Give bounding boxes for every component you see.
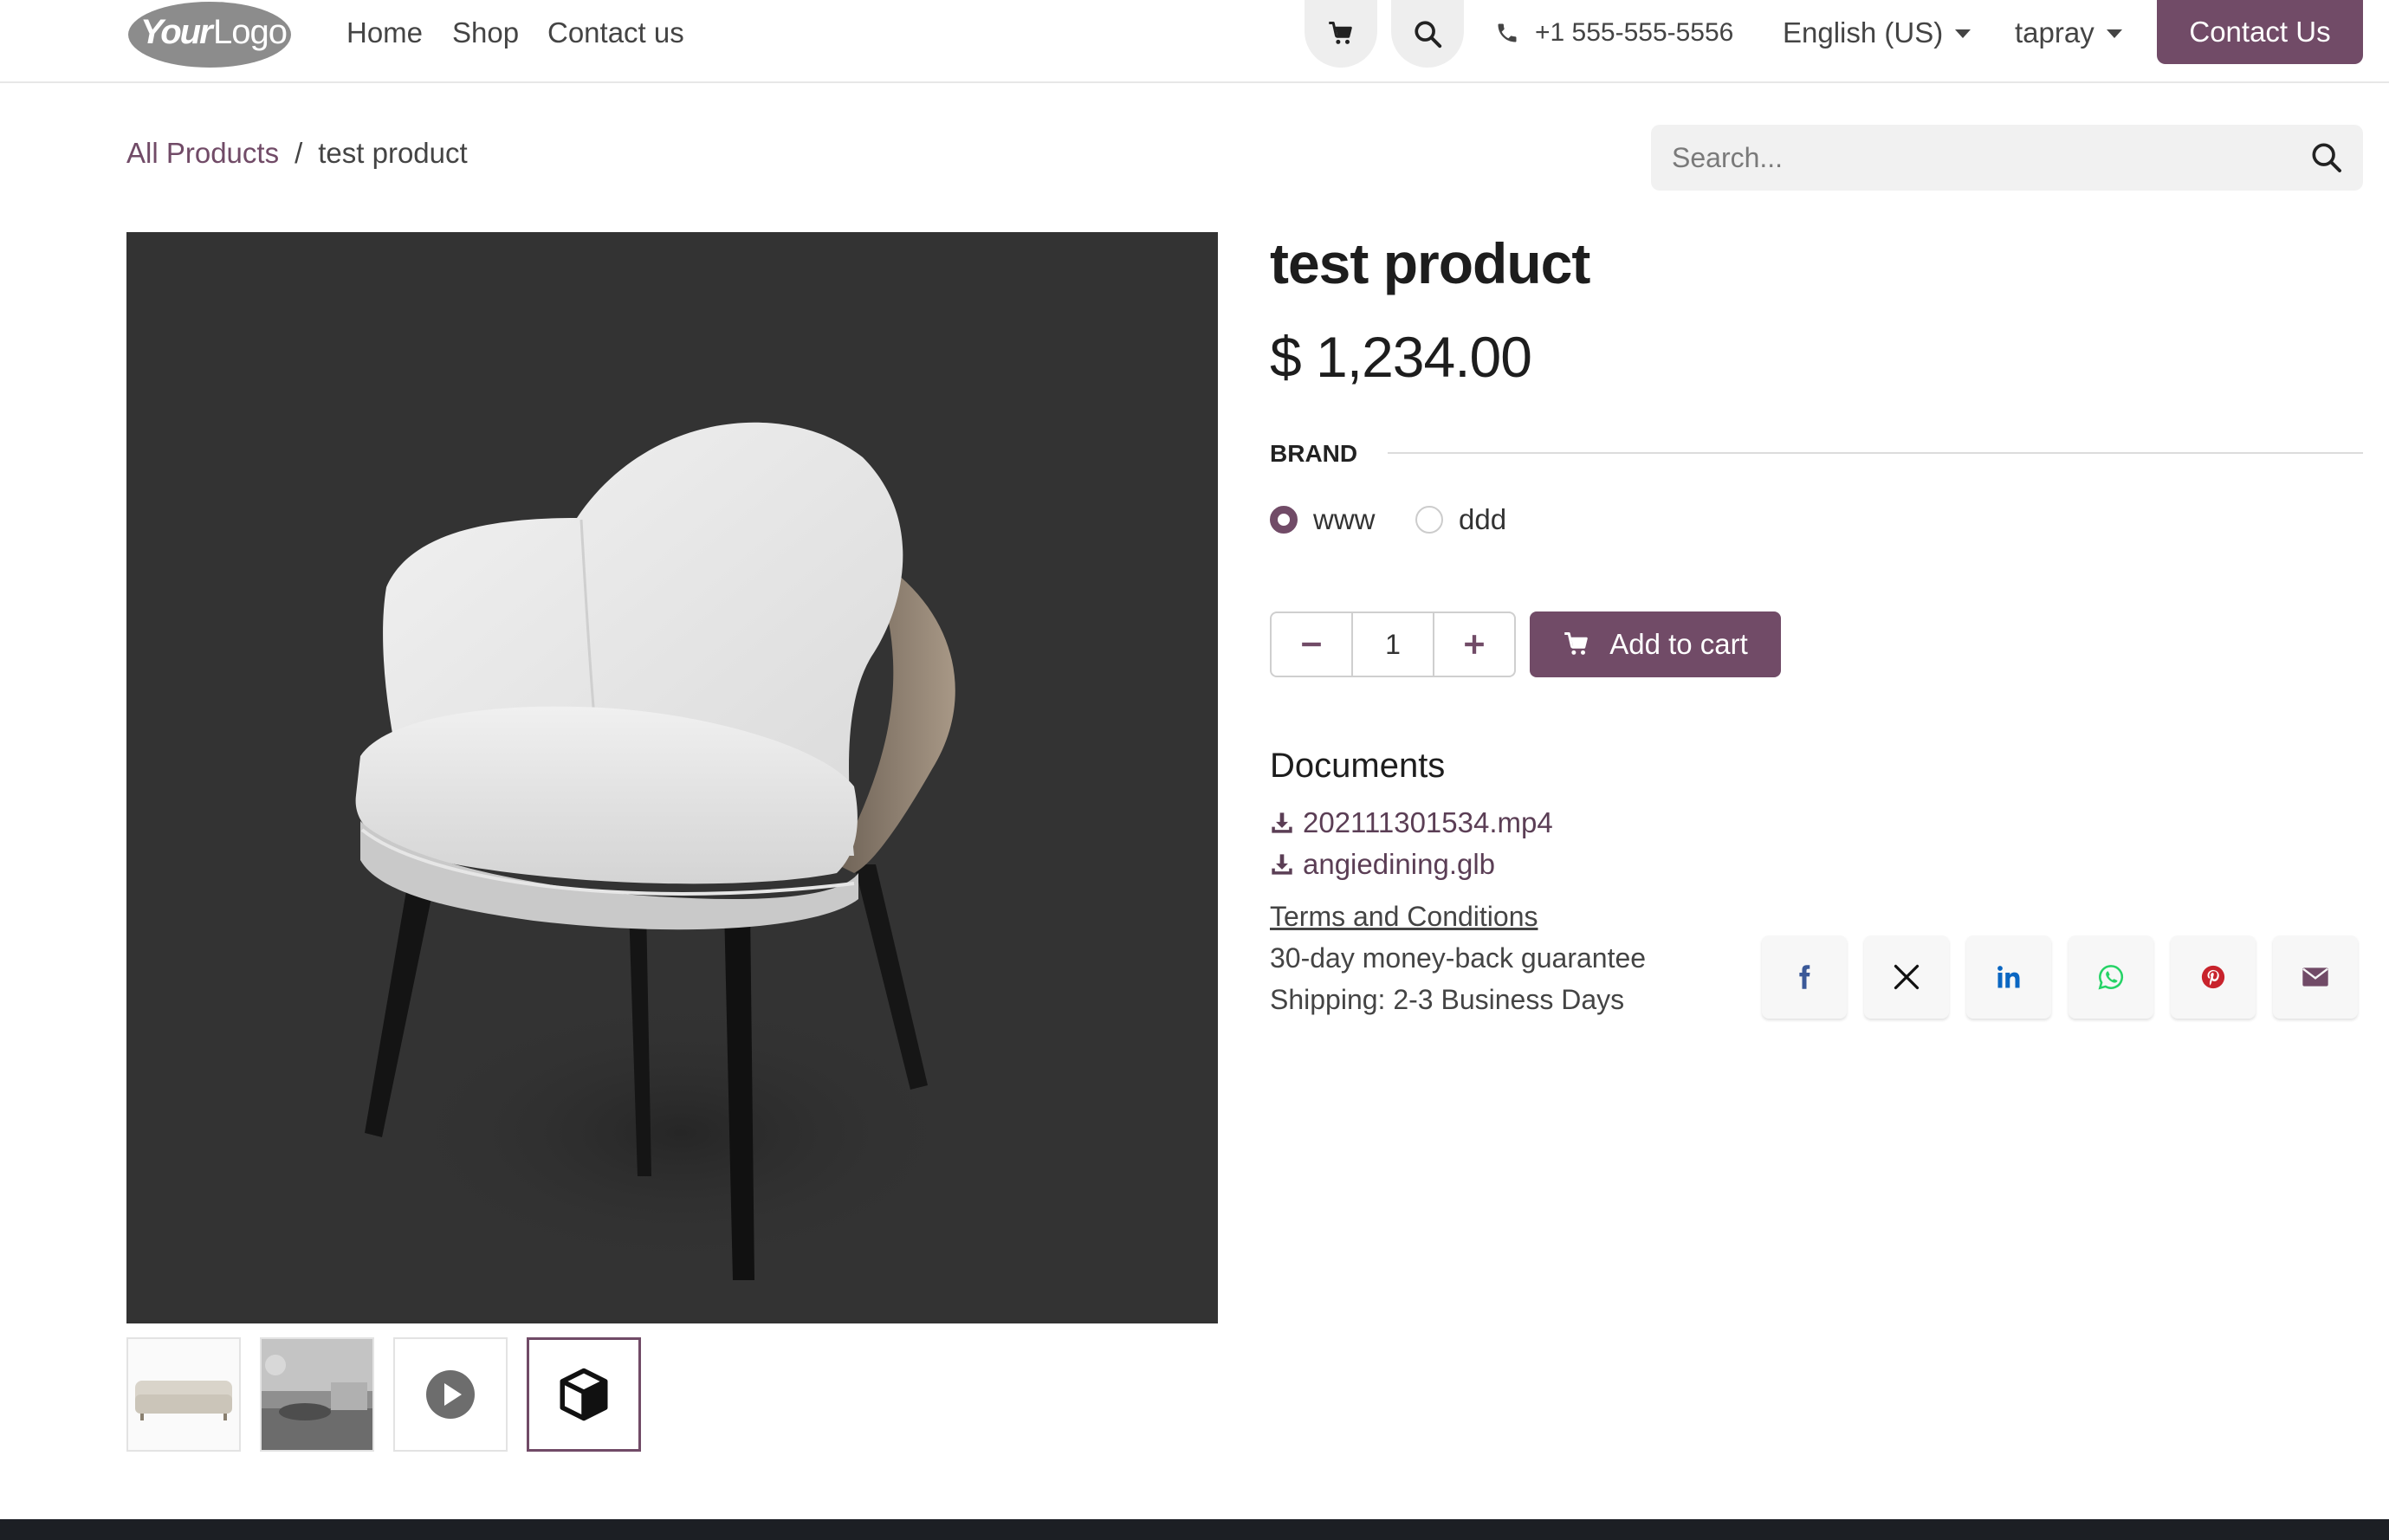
thumbnail-room[interactable] — [260, 1337, 374, 1452]
radio-unchecked-icon[interactable] — [1415, 506, 1443, 534]
guarantee-text: 30-day money-back guarantee — [1270, 942, 1647, 974]
plus-icon — [1465, 635, 1484, 654]
svg-text:Your: Your — [140, 13, 215, 51]
user-dropdown[interactable]: tapray — [2015, 12, 2122, 54]
whatsapp-icon — [2098, 965, 2124, 990]
pinterest-icon — [2201, 965, 2225, 989]
brand-option-ddd[interactable]: ddd — [1415, 502, 1506, 537]
chevron-down-icon — [2106, 29, 2122, 38]
facebook-icon — [1799, 965, 1810, 989]
linkedin-icon — [1997, 966, 2020, 988]
search-icon — [2312, 143, 2341, 172]
page: Your Logo Home Shop Contact us +1 555-55… — [0, 0, 2389, 1540]
share-pinterest-button[interactable] — [2171, 935, 2256, 1019]
cart-icon — [1329, 22, 1352, 44]
brand-option-label: ddd — [1459, 503, 1507, 535]
brand-option-label: www — [1313, 503, 1376, 535]
brand-option-www[interactable]: www — [1270, 502, 1376, 537]
nav-contact-us[interactable]: Contact us — [547, 12, 684, 54]
add-to-cart-button[interactable]: Add to cart — [1530, 611, 1781, 677]
x-icon — [1894, 964, 1920, 990]
document-link-glb[interactable]: angiedining.glb — [1270, 845, 1495, 883]
contact-us-button[interactable]: Contact Us — [2157, 0, 2363, 64]
phone-link[interactable]: +1 555-555-5556 — [1495, 12, 1733, 54]
terms-and-conditions-link[interactable]: Terms and Conditions — [1270, 901, 1538, 933]
search-icon — [1415, 21, 1442, 49]
chevron-down-icon — [1955, 29, 1971, 38]
add-to-cart-label: Add to cart — [1609, 628, 1748, 660]
product-3d-viewer[interactable] — [126, 232, 1218, 1323]
play-icon — [426, 1370, 475, 1419]
nav-shop[interactable]: Shop — [452, 12, 519, 54]
cart-button[interactable] — [1305, 0, 1377, 68]
svg-text:Logo: Logo — [213, 13, 287, 51]
product-price: $ 1,234.00 — [1270, 325, 1532, 389]
thumbnail-3d-model[interactable] — [527, 1337, 641, 1452]
radio-checked-icon[interactable] — [1270, 506, 1298, 534]
breadcrumb-all-products[interactable]: All Products — [126, 137, 279, 170]
thumbnail-video[interactable] — [393, 1337, 508, 1452]
thumbnail-sofa[interactable] — [126, 1337, 241, 1452]
share-facebook-button[interactable] — [1762, 935, 1847, 1019]
top-navbar: Your Logo Home Shop Contact us +1 555-55… — [0, 0, 2389, 83]
sofa-image — [128, 1339, 239, 1450]
share-buttons — [1762, 935, 2358, 1019]
document-name: 202111301534.mp4 — [1303, 806, 1553, 838]
product-search-box — [1651, 125, 2363, 191]
chair-image — [355, 422, 967, 1280]
quantity-increase-button[interactable] — [1434, 613, 1514, 676]
share-whatsapp-button[interactable] — [2069, 935, 2153, 1019]
user-name: tapray — [2015, 16, 2094, 49]
quantity-input[interactable] — [1351, 613, 1434, 676]
product-title: test product — [1270, 231, 1590, 295]
breadcrumb-current: test product — [318, 137, 468, 169]
logo-icon: Your Logo — [128, 2, 291, 68]
cart-icon — [1564, 632, 1588, 655]
document-link-mp4[interactable]: 202111301534.mp4 — [1270, 804, 1553, 842]
download-icon — [1272, 812, 1292, 833]
language-dropdown[interactable]: English (US) — [1783, 12, 1971, 54]
share-linkedin-button[interactable] — [1966, 935, 2051, 1019]
email-icon — [2302, 967, 2328, 987]
documents-heading: Documents — [1270, 747, 1446, 785]
download-icon — [1272, 854, 1292, 875]
phone-number: +1 555-555-5556 — [1535, 18, 1734, 47]
share-x-button[interactable] — [1864, 935, 1949, 1019]
cube-icon — [560, 1368, 608, 1421]
attribute-label: BRAND — [1270, 440, 1358, 467]
share-email-button[interactable] — [2273, 935, 2358, 1019]
nav-home[interactable]: Home — [346, 12, 423, 54]
quantity-decrease-button[interactable] — [1272, 613, 1351, 676]
footer — [0, 1519, 2389, 1540]
search-submit-button[interactable] — [2309, 140, 2344, 175]
search-toggle-button[interactable] — [1391, 0, 1464, 68]
breadcrumb-separator: / — [295, 137, 303, 169]
document-name: angiedining.glb — [1303, 848, 1496, 880]
attribute-divider — [1388, 452, 2363, 454]
room-image — [262, 1339, 372, 1450]
site-logo[interactable]: Your Logo — [126, 0, 293, 68]
minus-icon — [1302, 642, 1321, 647]
quantity-stepper — [1270, 611, 1516, 677]
search-input[interactable] — [1672, 125, 2278, 191]
shipping-text: Shipping: 2-3 Business Days — [1270, 984, 1625, 1015]
language-label: English (US) — [1783, 16, 1944, 49]
breadcrumb: All Products / test product — [126, 137, 468, 170]
phone-icon — [1498, 23, 1517, 42]
product-thumbnails — [126, 1337, 641, 1452]
